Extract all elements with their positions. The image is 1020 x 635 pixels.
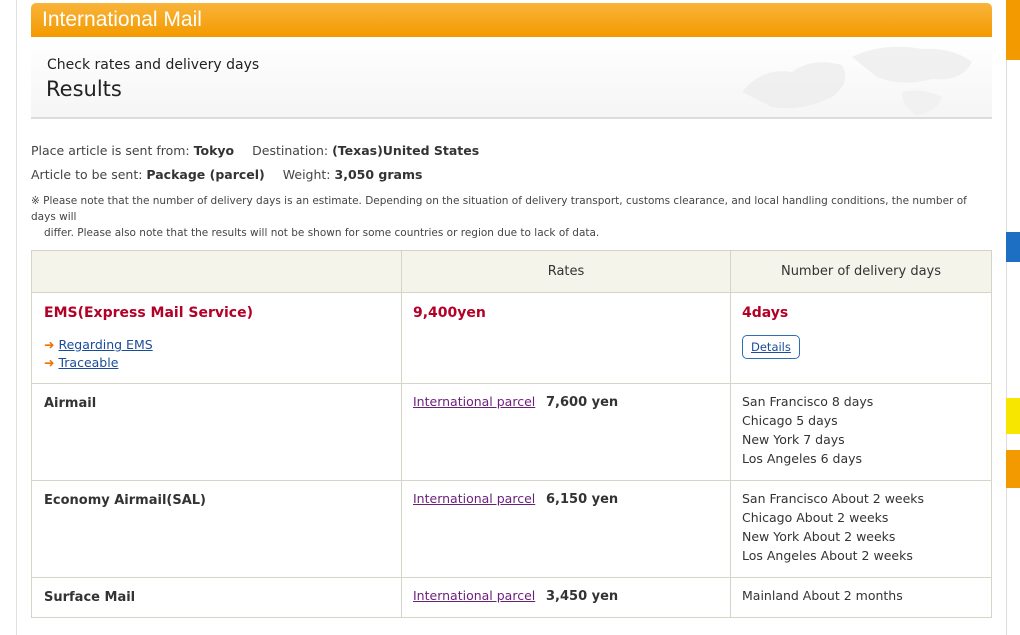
days-line: Chicago About 2 weeks — [742, 510, 889, 525]
days-cell: San Francisco About 2 weeks Chicago Abou… — [730, 480, 992, 578]
days-cell: Mainland About 2 months — [730, 577, 992, 618]
rate-cell: International parcel 3,450 yen — [401, 577, 731, 618]
days-line: New York 7 days — [742, 432, 845, 447]
note-line-2: differ. Please also note that the result… — [44, 227, 600, 239]
from-label: Place article is sent from: — [31, 143, 190, 158]
details-button[interactable]: Details — [742, 335, 800, 359]
service-name: Airmail — [44, 396, 97, 411]
left-border — [16, 0, 17, 635]
note-line-1: ※ Please note that the number of deliver… — [31, 195, 967, 223]
days-line: San Francisco About 2 weeks — [742, 491, 925, 506]
rate-cell: International parcel 6,150 yen — [401, 480, 731, 578]
table-row-sal: Economy Airmail(SAL) International parce… — [31, 480, 992, 578]
dest-value: (Texas)United States — [332, 143, 480, 158]
price: 3,450 yen — [546, 589, 619, 604]
service-cell: Surface Mail — [31, 577, 402, 618]
regarding-ems-label: Regarding EMS — [58, 337, 153, 352]
days-line: New York About 2 weeks — [742, 529, 896, 544]
arrow-right-icon: ➜ — [44, 337, 55, 352]
world-map-decoration — [742, 46, 972, 115]
ems-days-cell: 4days Details — [730, 292, 992, 384]
article-value: Package (parcel) — [146, 167, 265, 182]
header-service — [31, 250, 402, 293]
service-name: Economy Airmail(SAL) — [44, 493, 206, 508]
international-parcel-link[interactable]: International parcel — [413, 588, 546, 603]
right-sidebar — [1006, 0, 1020, 635]
international-parcel-link[interactable]: International parcel — [413, 491, 546, 506]
service-cell: Airmail — [31, 383, 402, 481]
days-line: Chicago 5 days — [742, 413, 838, 428]
sidebar-orange-block-2 — [1006, 450, 1020, 488]
header-delivery-days: Number of delivery days — [730, 250, 992, 293]
sidebar-yellow-block — [1006, 398, 1020, 434]
ems-rate: 9,400yen — [413, 305, 486, 321]
table-row-surface: Surface Mail International parcel 3,450 y… — [31, 577, 992, 618]
traceable-link[interactable]: ➜ Traceable — [44, 355, 389, 370]
rate-cell: International parcel 7,600 yen — [401, 383, 731, 481]
ems-name: EMS(Express Mail Service) — [44, 305, 253, 321]
days-line: Los Angeles 6 days — [742, 451, 863, 466]
arrow-right-icon: ➜ — [44, 355, 55, 370]
info-row-2: Article to be sent: Package (parcel) Wei… — [31, 167, 493, 191]
traceable-label: Traceable — [58, 355, 119, 370]
price: 7,600 yen — [546, 395, 619, 410]
table-header-row: Rates Number of delivery days — [31, 250, 992, 293]
page-title: International Mail — [42, 8, 202, 31]
query-info: Place article is sent from: Tokyo Destin… — [31, 143, 493, 191]
subtitle: Check rates and delivery days — [47, 57, 260, 73]
weight-label: Weight: — [282, 167, 331, 182]
weight-value: 3,050 grams — [334, 167, 423, 182]
estimate-note: ※ Please note that the number of deliver… — [31, 193, 991, 241]
header-rates: Rates — [401, 250, 731, 293]
service-name: Surface Mail — [44, 590, 136, 605]
days-line: San Francisco 8 days — [742, 394, 874, 409]
info-row-1: Place article is sent from: Tokyo Destin… — [31, 143, 493, 167]
title-bar: International Mail — [31, 3, 992, 37]
rates-table: Rates Number of delivery days EMS(Expres… — [31, 250, 992, 618]
days-line: Mainland About 2 months — [742, 588, 903, 603]
article-label: Article to be sent: — [31, 167, 143, 182]
international-parcel-link[interactable]: International parcel — [413, 394, 546, 409]
table-row-airmail: Airmail International parcel 7,600 yen Sa… — [31, 383, 992, 481]
table-row-ems: EMS(Express Mail Service) ➜ Regarding EMS… — [31, 292, 992, 384]
sidebar-blue-block — [1006, 232, 1020, 262]
results-heading: Results — [46, 77, 122, 101]
sidebar-orange-block — [1006, 0, 1020, 60]
days-cell: San Francisco 8 days Chicago 5 days New … — [730, 383, 992, 481]
ems-service-cell: EMS(Express Mail Service) ➜ Regarding EMS… — [31, 292, 402, 384]
header-body: Check rates and delivery days Results — [31, 37, 992, 119]
service-cell: Economy Airmail(SAL) — [31, 480, 402, 578]
ems-rate-cell: 9,400yen — [401, 292, 731, 384]
dest-label: Destination: — [252, 143, 329, 158]
price: 6,150 yen — [546, 492, 619, 507]
from-value: Tokyo — [193, 143, 235, 158]
regarding-ems-link[interactable]: ➜ Regarding EMS — [44, 337, 389, 352]
main-panel: International Mail Check rates and deliv… — [31, 3, 992, 119]
days-line: Los Angeles About 2 weeks — [742, 548, 913, 563]
ems-days: 4days — [742, 305, 789, 321]
